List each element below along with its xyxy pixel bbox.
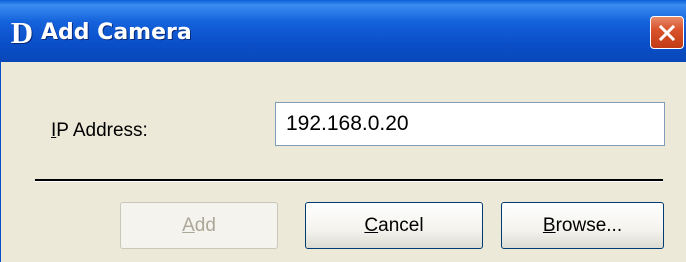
add-button[interactable]: Add: [120, 202, 278, 249]
cancel-button[interactable]: Cancel: [305, 202, 483, 249]
add-button-label: dd: [194, 215, 216, 236]
ip-label-text: P Address:: [56, 120, 148, 141]
separator-line: [35, 179, 663, 182]
ip-address-input[interactable]: [275, 102, 665, 146]
add-camera-dialog: D Add Camera IP Address: Add Cancel Brow…: [0, 0, 686, 262]
close-icon: [658, 24, 676, 42]
add-button-mnemonic: A: [182, 215, 195, 236]
window-title: Add Camera: [41, 20, 192, 45]
browse-button-mnemonic: B: [542, 215, 556, 236]
dialog-body: IP Address: Add Cancel Browse...: [0, 62, 686, 262]
dlink-logo-icon: D: [10, 15, 34, 50]
browse-button[interactable]: Browse...: [501, 202, 664, 249]
cancel-button-label: ancel: [378, 215, 424, 236]
cancel-button-mnemonic: C: [364, 215, 379, 236]
title-bar[interactable]: D Add Camera: [0, 0, 686, 62]
ip-address-label: IP Address:: [51, 120, 148, 142]
close-button[interactable]: [650, 16, 684, 49]
browse-button-label: rowse...: [555, 215, 623, 236]
